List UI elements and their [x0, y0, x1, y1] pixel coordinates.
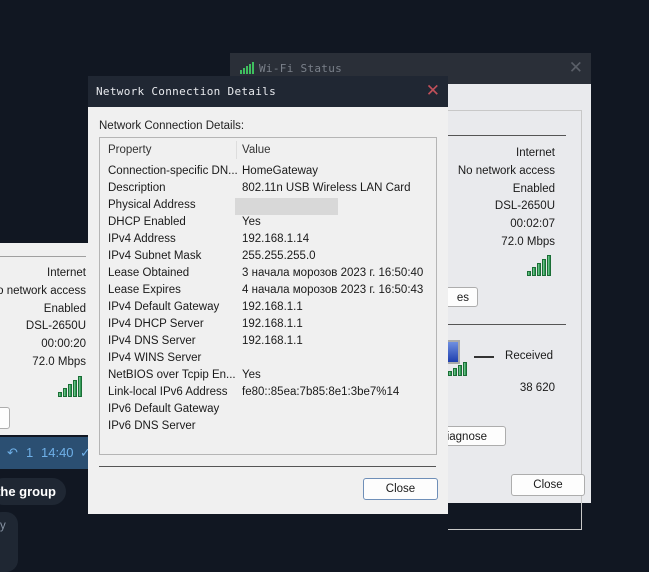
background-wifi-status-window: Internet No network access Enabled DSL-2650… [0, 243, 88, 435]
property-value: fe80::85ea:7b85:8e1:3be7%14 [242, 386, 400, 398]
details-list[interactable]: Property Value Connection-specific DN...… [99, 137, 437, 455]
property-value: 192.168.1.14 [242, 233, 310, 245]
close-button-label: Close [533, 479, 563, 491]
property-value: 192.168.1.1 [242, 301, 303, 313]
close-icon[interactable]: ✕ [569, 58, 583, 78]
status-value: No network access [0, 284, 86, 297]
status-value: 72.0 Mbps [32, 356, 86, 368]
separator [448, 324, 566, 325]
property-name: NetBIOS over Tcpip En... [108, 369, 236, 381]
property-name: Lease Obtained [108, 267, 190, 279]
separator [99, 466, 436, 467]
list-row[interactable]: Connection-specific DN... HomeGateway [108, 163, 318, 180]
reply-count: 1 [26, 445, 34, 460]
status-value: 72.0 Mbps [501, 236, 555, 248]
list-row[interactable]: Description 802.11n USB Wireless LAN Card [108, 180, 411, 197]
window-title: Wi-Fi Status [259, 62, 343, 75]
message-time: 14:40 [41, 445, 74, 460]
status-value: DSL-2650U [25, 320, 86, 333]
status-values: Internet No network access Enabled DSL-2650… [448, 147, 555, 267]
property-name: IPv4 WINS Server [108, 352, 202, 364]
property-name: Lease Expires [108, 284, 181, 296]
chat-pill-label: the group [0, 484, 56, 499]
dialog-title: Network Connection Details [96, 85, 276, 98]
activity-signal-icon [448, 362, 467, 376]
received-label: Received [505, 350, 553, 362]
list-row[interactable]: IPv4 DHCP Server 192.168.1.1 [108, 316, 303, 333]
wifi-icon [240, 62, 254, 74]
list-row[interactable]: IPv6 DNS Server [108, 418, 196, 435]
property-value: Yes [242, 216, 261, 228]
activity-dash [474, 356, 494, 358]
list-row[interactable]: IPv4 Default Gateway 192.168.1.1 [108, 299, 303, 316]
property-value: 4 начала морозов 2023 г. 16:50:43 [242, 284, 424, 296]
chat-pill[interactable]: the group [0, 478, 66, 505]
property-name: IPv4 DNS Server [108, 335, 196, 347]
signal-strength-icon [58, 376, 82, 397]
property-name: IPv4 Subnet Mask [108, 250, 202, 262]
list-row[interactable]: Lease Obtained 3 начала морозов 2023 г. 1… [108, 265, 423, 282]
column-header-property[interactable]: Property [108, 144, 151, 156]
list-row[interactable]: Link-local IPv6 Address fe80::85ea:7b85:8… [108, 384, 399, 401]
property-value: Yes [242, 369, 261, 381]
property-name: Description [108, 182, 166, 194]
status-value: 00:00:20 [41, 338, 86, 351]
details-button[interactable] [0, 407, 10, 429]
list-row[interactable]: IPv6 Default Gateway [108, 401, 219, 418]
list-row[interactable]: NetBIOS over Tcpip En... Yes [108, 367, 261, 384]
status-value: Internet [47, 267, 86, 279]
status-value: Internet [516, 147, 555, 159]
property-value: 255.255.255.0 [242, 250, 316, 262]
list-row[interactable]: DHCP Enabled Yes [108, 214, 261, 231]
list-header: Property Value [108, 142, 271, 159]
close-button[interactable]: Close [363, 478, 438, 500]
list-row[interactable]: IPv4 DNS Server 192.168.1.1 [108, 333, 303, 350]
status-value: 00:02:07 [510, 218, 555, 231]
details-label: Network Connection Details: [99, 120, 245, 132]
reply-icon[interactable]: ↶ [7, 437, 18, 469]
list-row[interactable]: IPv4 WINS Server [108, 350, 201, 367]
property-value: 192.168.1.1 [242, 335, 303, 347]
column-header-value[interactable]: Value [242, 142, 271, 159]
status-value: Enabled [512, 182, 555, 195]
close-button-label: Close [385, 483, 416, 495]
details-button-label: es [456, 292, 469, 304]
redacted-mac-address [235, 198, 338, 215]
status-values: Internet No network access Enabled DSL-2650… [0, 267, 86, 387]
property-name: IPv4 Default Gateway [108, 301, 220, 313]
network-connection-details-dialog: Network Connection Details ✕ Network Con… [88, 76, 448, 514]
property-name: IPv6 Default Gateway [108, 403, 220, 415]
status-value: No network access [457, 164, 555, 177]
property-name: Physical Address [108, 199, 196, 211]
chat-bubble: y [0, 512, 18, 572]
title-bar: Network Connection Details ✕ [88, 76, 448, 107]
list-row[interactable]: IPv4 Address 192.168.1.14 [108, 231, 309, 248]
list-row[interactable]: IPv4 Subnet Mask 255.255.255.0 [108, 248, 316, 265]
signal-strength-icon [527, 255, 551, 276]
property-name: IPv4 DHCP Server [108, 318, 204, 330]
list-row[interactable]: Lease Expires 4 начала морозов 2023 г. 16… [108, 282, 423, 299]
chat-bubble-text: y [0, 520, 6, 532]
property-name: Link-local IPv6 Address [108, 386, 228, 398]
property-value: 192.168.1.1 [242, 318, 303, 330]
property-name: IPv6 DNS Server [108, 420, 196, 432]
separator [448, 135, 566, 136]
status-value: DSL-2650U [494, 200, 555, 213]
close-button[interactable]: Close [511, 474, 585, 496]
chat-message-bar: ↶ 1 14:40 ✓ [0, 437, 91, 469]
list-row[interactable]: Physical Address [108, 197, 338, 215]
property-name: IPv4 Address [108, 233, 176, 245]
column-divider[interactable] [236, 141, 237, 159]
property-value: 802.11n USB Wireless LAN Card [242, 182, 411, 194]
property-name: DHCP Enabled [108, 216, 186, 228]
status-value: Enabled [43, 302, 86, 315]
close-icon[interactable]: ✕ [426, 81, 440, 101]
property-name: Connection-specific DN... [108, 165, 238, 177]
received-value: 38 620 [519, 382, 555, 394]
property-value: 3 начала морозов 2023 г. 16:50:40 [242, 267, 424, 279]
property-value: HomeGateway [242, 165, 319, 177]
separator [0, 256, 86, 257]
